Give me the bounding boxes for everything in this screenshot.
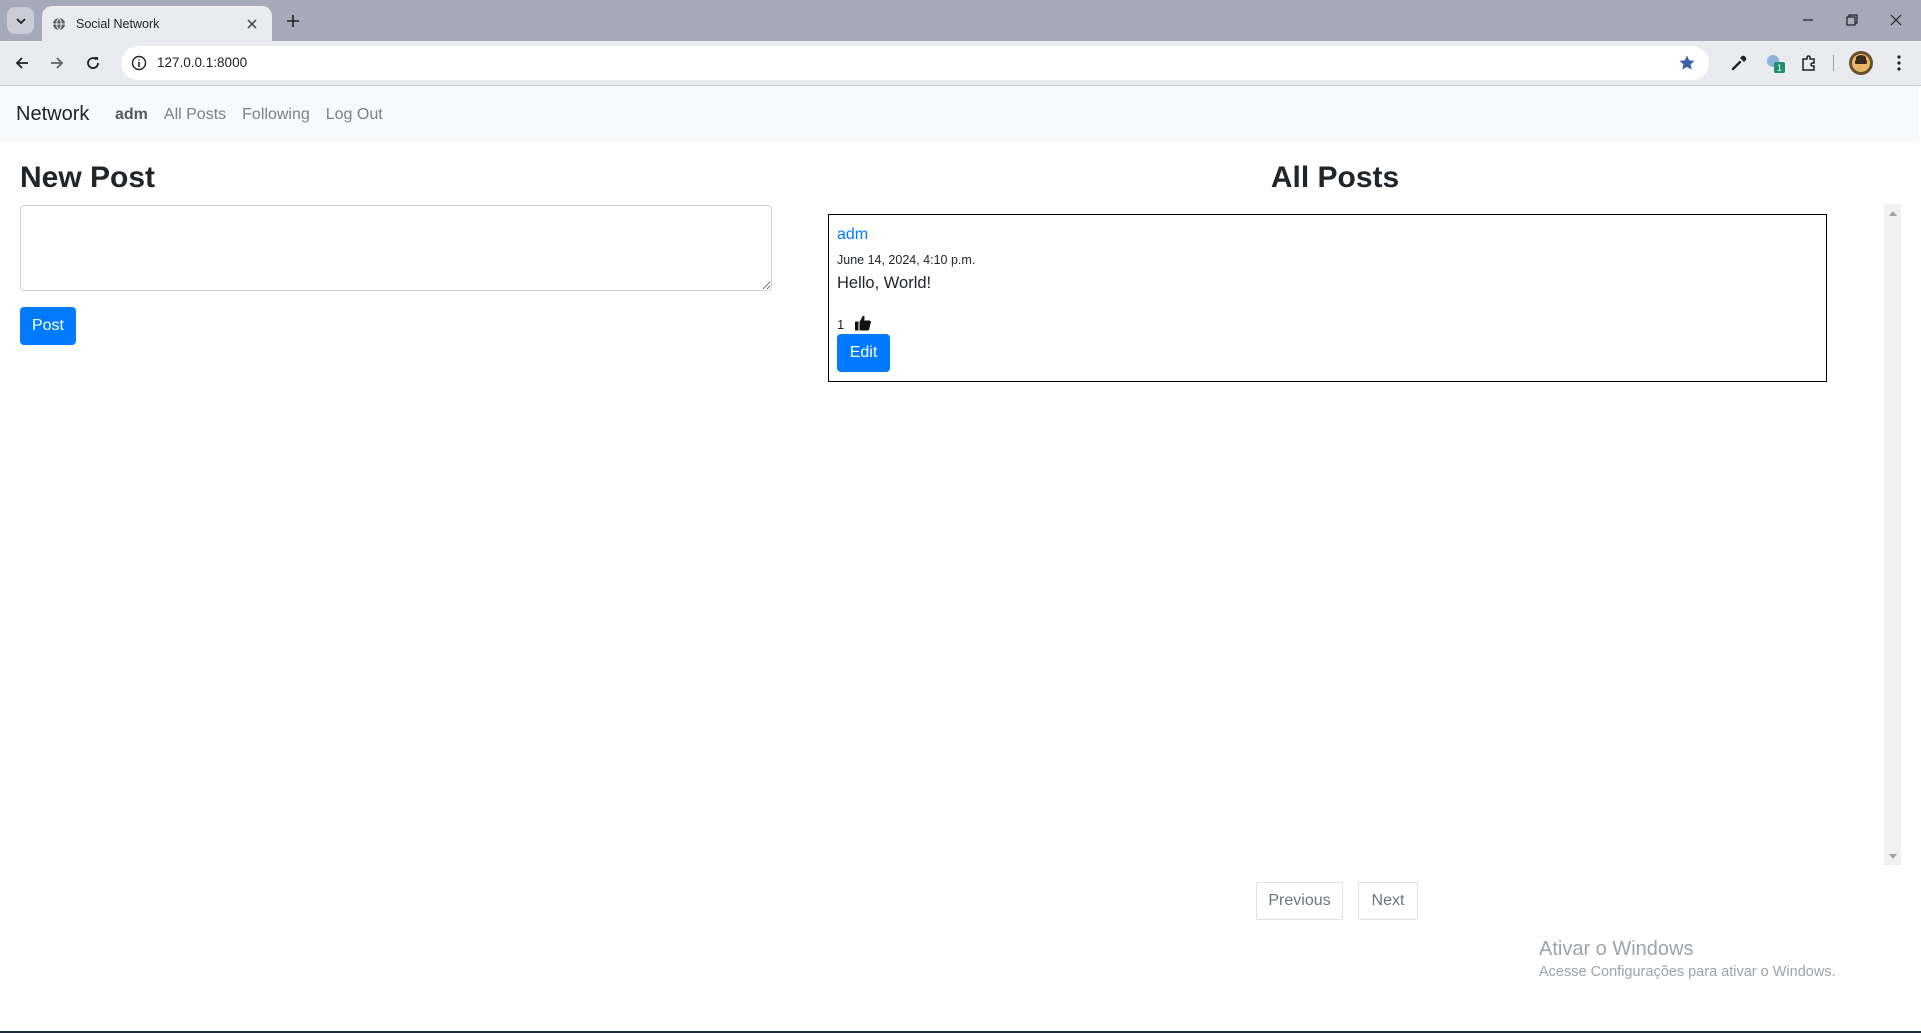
site-navbar: Network adm All Posts Following Log Out [0,86,1919,142]
nav-all-posts-link[interactable]: All Posts [164,106,226,124]
forward-icon[interactable] [45,51,69,75]
like-count: 1 [837,317,845,332]
kebab-menu-icon[interactable] [1887,51,1911,75]
post-content: Hello, World! [837,274,932,292]
scroll-down-arrow-icon[interactable] [1884,848,1901,865]
activation-subtitle: Acesse Configurações para ativar o Windo… [1539,964,1836,980]
toolbar-separator [1833,55,1834,71]
close-window-icon[interactable] [1883,8,1909,32]
post-timestamp: June 14, 2024, 4:10 p.m. [837,253,976,267]
url-text: 127.0.0.1:8000 [157,55,248,70]
pagination-next-button[interactable]: Next [1358,882,1418,920]
chevron-down-icon [15,17,26,24]
navbar-brand[interactable]: Network [16,103,89,126]
close-icon[interactable] [242,14,262,34]
post-button[interactable]: Post [20,307,76,345]
avatar[interactable] [1849,51,1873,75]
restore-icon[interactable] [1839,8,1865,32]
windows-activation-watermark: Ativar o Windows Acesse Configurações pa… [1539,938,1836,980]
nav-log-out-link[interactable]: Log Out [326,106,383,124]
star-icon[interactable] [1677,53,1697,73]
browser-toolbar: 127.0.0.1:8000 1 [0,41,1921,85]
browser-tab[interactable]: Social Network [42,6,272,41]
address-bar[interactable]: 127.0.0.1:8000 [121,46,1709,80]
post-author-link[interactable]: adm [837,226,868,244]
tab-strip: Social Network [0,0,1921,41]
thumbs-up-icon[interactable] [854,314,872,332]
nav-user-profile-link[interactable]: adm [115,106,148,124]
back-icon[interactable] [10,51,34,75]
pagination-previous-button[interactable]: Previous [1256,882,1343,920]
scroll-up-arrow-icon[interactable] [1884,204,1901,221]
post-card: adm June 14, 2024, 4:10 p.m. Hello, Worl… [828,214,1827,382]
nav-links: adm All Posts Following Log Out [115,106,383,124]
posts-scroll-area: adm June 14, 2024, 4:10 p.m. Hello, Worl… [828,204,1884,865]
svg-text:1: 1 [1777,63,1782,73]
activation-title: Ativar o Windows [1539,938,1694,960]
posts-scrollbar[interactable] [1884,204,1901,865]
globe-icon [51,16,67,32]
tab-title: Social Network [76,16,160,31]
extension-badge-icon[interactable]: 1 [1763,51,1787,75]
nav-following-link[interactable]: Following [242,106,310,124]
plus-icon[interactable] [281,9,305,33]
reload-icon[interactable] [81,51,105,75]
site-info-icon[interactable] [129,53,149,73]
minimize-icon[interactable] [1795,8,1821,32]
new-post-textarea[interactable] [20,205,772,291]
eyedropper-icon[interactable] [1727,51,1751,75]
edit-post-button[interactable]: Edit [837,334,890,372]
tab-search-button[interactable] [7,7,34,34]
new-post-heading: New Post [20,161,156,194]
all-posts-heading: All Posts [1270,161,1400,194]
puzzle-icon[interactable] [1797,51,1821,75]
